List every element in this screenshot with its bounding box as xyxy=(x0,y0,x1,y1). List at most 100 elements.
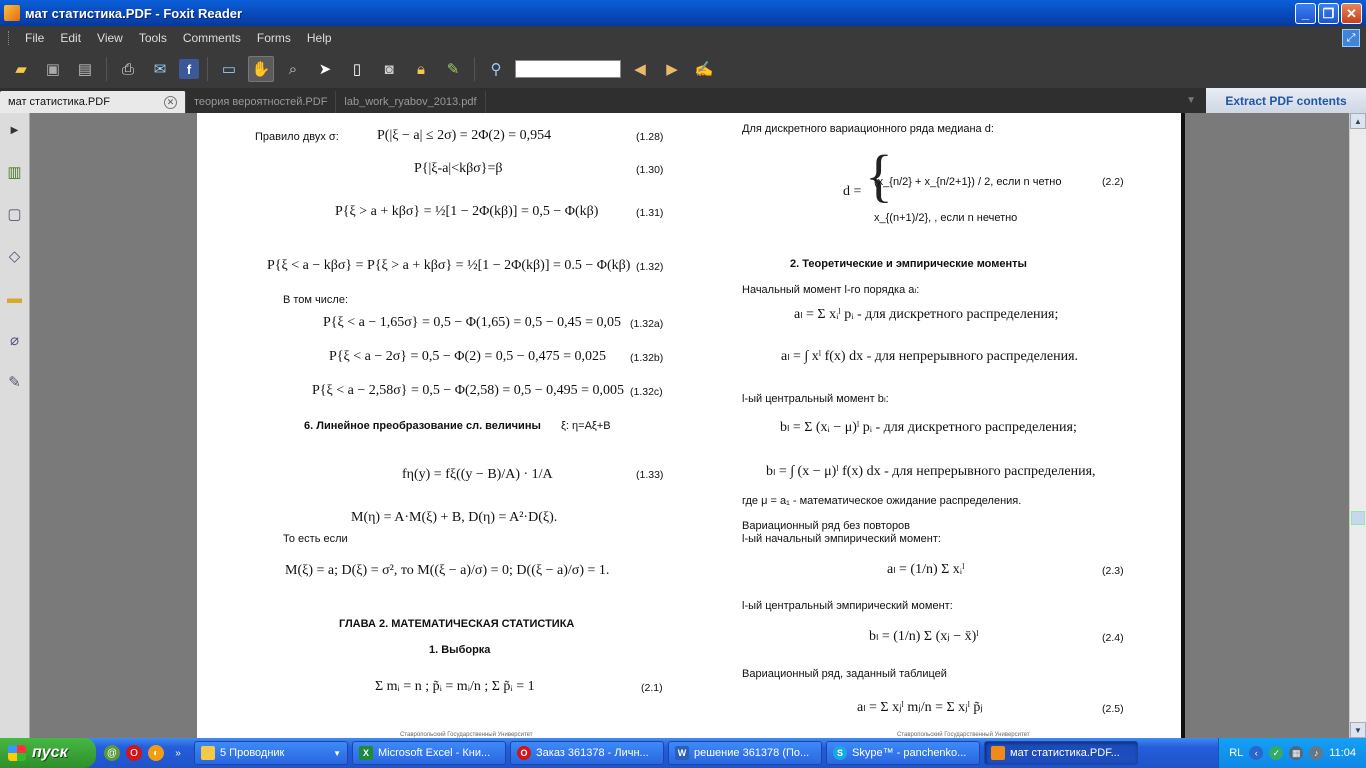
windows-flag-icon xyxy=(8,745,26,761)
equation-number: (1.32) xyxy=(636,261,664,273)
facebook-icon[interactable]: f xyxy=(179,59,199,79)
toolbar: ▰ ▣ ▤ ⎙ ✉ f ▭ ✋ ⌕ ➤ ▯ ◙ 🔒︎ ✎ ⚲ ◀ ▶ ✍ xyxy=(0,50,1366,88)
foxit-app-icon xyxy=(4,5,20,21)
chapter-2-heading: ГЛАВА 2. МАТЕМАТИЧЕСКАЯ СТАТИСТИКА xyxy=(339,618,575,630)
series-table-text: Вариационный ряд, заданный таблицей xyxy=(742,668,947,680)
signatures-icon[interactable]: ✎ xyxy=(5,371,25,393)
maximize-button[interactable]: ❐ xyxy=(1318,3,1339,24)
task-label: Microsoft Excel - Кни... xyxy=(378,747,491,759)
opera-icon: O xyxy=(517,746,531,760)
zoom-tool-icon[interactable]: ⌕ xyxy=(280,56,306,82)
emp-central-moment-text: l-ый центральный эмпирический момент: xyxy=(742,600,953,612)
equation-number: (2.2) xyxy=(1102,176,1124,188)
equation-number: (1.31) xyxy=(636,207,664,219)
print-setup-icon[interactable]: ▤ xyxy=(72,56,98,82)
taskbar-item-skype[interactable]: S Skype™ - panchenko... xyxy=(826,741,980,765)
equation-number: (1.32b) xyxy=(630,352,664,364)
menu-comments[interactable]: Comments xyxy=(175,31,249,45)
sign-icon[interactable]: ✎ xyxy=(440,56,466,82)
scroll-down-icon[interactable]: ▼ xyxy=(1350,722,1366,738)
attachments-icon[interactable]: ⌀ xyxy=(5,329,25,351)
prev-icon[interactable]: ◀ xyxy=(627,56,653,82)
group-dropdown-icon: ▼ xyxy=(333,748,341,758)
title-bar: мат статистика.PDF - Foxit Reader _ ❐ ✕ xyxy=(0,0,1366,26)
al-discrete-equation: aₗ = Σ xᵢˡ pᵢ - для дискретного распреде… xyxy=(794,307,1059,322)
emp-initial-moment-text: l-ый начальный эмпирический момент: xyxy=(742,533,941,545)
open-icon[interactable]: ▰ xyxy=(8,56,34,82)
close-tab-icon[interactable]: ✕ xyxy=(164,95,177,109)
close-button[interactable]: ✕ xyxy=(1341,3,1362,24)
menu-forms[interactable]: Forms xyxy=(249,31,299,45)
equation-1-28: P(|ξ − a| ≤ 2σ) = 2Φ(2) = 0,954 xyxy=(377,128,552,143)
taskbar-item-word[interactable]: W решение 361378 (По... xyxy=(668,741,822,765)
series-no-repeat: Вариационный ряд без повторов xyxy=(742,520,911,532)
bookmarks-icon[interactable]: ▥ xyxy=(5,161,25,183)
volume-icon[interactable]: ♪ xyxy=(1309,746,1324,760)
equation-1-32a: P{ξ < a − 1,65σ} = 0,5 − Φ(1,65) = 0,5 −… xyxy=(323,315,622,330)
section-6-heading: 6. Линейное преобразование сл. величины xyxy=(304,420,541,432)
tray-back-icon[interactable]: ‹ xyxy=(1249,746,1264,760)
typewriter-icon[interactable]: ✍ xyxy=(691,56,717,82)
taskbar-item-explorer[interactable]: 5 Проводник ▼ xyxy=(194,741,348,765)
tab-mat-statistika[interactable]: мат статистика.PDF ✕ xyxy=(0,91,186,113)
more-icon[interactable]: » xyxy=(170,745,186,761)
email-icon[interactable]: @ xyxy=(104,745,120,761)
extract-pdf-contents-button[interactable]: Extract PDF contents xyxy=(1206,88,1366,113)
equation-1-30: P{|ξ-a|<kβσ}=β xyxy=(414,161,503,176)
taskbar-item-opera[interactable]: O Заказ 361378 - Личн... xyxy=(510,741,664,765)
select-tool-icon[interactable]: ➤ xyxy=(312,56,338,82)
layers-icon[interactable]: ◇ xyxy=(5,245,25,267)
tab-label: теория вероятностей.PDF xyxy=(194,96,328,108)
pages-icon[interactable]: ▢ xyxy=(5,203,25,225)
minimize-button[interactable]: _ xyxy=(1295,3,1316,24)
bl-continuous-equation: bₗ = ∫ (x − μ)ˡ f(x) dx - для непрерывно… xyxy=(766,464,1096,479)
fullscreen-icon[interactable]: ▭ xyxy=(216,56,242,82)
task-label: Skype™ - panchenko... xyxy=(852,747,967,759)
next-icon[interactable]: ▶ xyxy=(659,56,685,82)
print-icon[interactable]: ⎙ xyxy=(115,56,141,82)
network-icon[interactable]: ▦ xyxy=(1289,746,1304,760)
find-icon[interactable]: ⚲ xyxy=(483,56,509,82)
menu-help[interactable]: Help xyxy=(299,31,340,45)
rms-lock-icon[interactable]: 🔒︎ xyxy=(408,56,434,82)
text-select-icon[interactable]: ▯ xyxy=(344,56,370,82)
toolbar-separator xyxy=(474,57,475,81)
opera-icon[interactable]: O xyxy=(126,745,142,761)
toolbar-separator xyxy=(106,57,107,81)
tab-teoriya-veroyatnostey[interactable]: теория вероятностей.PDF xyxy=(186,91,337,113)
hand-tool-icon[interactable]: ✋ xyxy=(248,56,274,82)
bl-discrete-equation: bₗ = Σ (xᵢ − μ)ˡ pᵢ - для дискретного ра… xyxy=(780,420,1077,435)
snapshot-icon[interactable]: ◙ xyxy=(376,56,402,82)
central-moment-text: l-ый центральный момент bₗ: xyxy=(742,393,889,405)
scroll-up-icon[interactable]: ▲ xyxy=(1350,113,1366,129)
taskbar-item-foxit[interactable]: мат статистика.PDF... xyxy=(984,741,1138,765)
navigation-panel: ▶ ▥ ▢ ◇ ▬ ⌀ ✎ xyxy=(0,113,30,738)
find-input[interactable] xyxy=(515,60,621,78)
start-button[interactable]: пуск xyxy=(0,738,96,768)
email-icon[interactable]: ✉ xyxy=(147,56,173,82)
tab-list-dropdown-icon[interactable]: ▼ xyxy=(1186,95,1196,106)
language-indicator[interactable]: RL xyxy=(1229,747,1243,759)
document-view[interactable]: Правило двух σ: P(|ξ − a| ≤ 2σ) = 2Φ(2) … xyxy=(31,113,1349,738)
security-icon[interactable]: ✓ xyxy=(1269,746,1284,760)
median-d: d = xyxy=(843,184,862,199)
expand-icon[interactable]: ⤢ xyxy=(1342,29,1360,47)
menu-file[interactable]: File xyxy=(17,31,52,45)
menu-tools[interactable]: Tools xyxy=(131,31,175,45)
panel-toggle-icon[interactable]: ▶ xyxy=(5,119,25,141)
moments-equation: M(η) = A·M(ξ) + B, D(η) = A²·D(ξ). xyxy=(351,510,558,525)
tab-lab-work[interactable]: lab_work_ryabov_2013.pdf xyxy=(336,91,486,113)
section-6-tail: ξ: η=Aξ+B xyxy=(561,420,611,432)
save-icon[interactable]: ▣ xyxy=(40,56,66,82)
that-is-text: То есть если xyxy=(283,533,348,545)
scroll-thumb[interactable] xyxy=(1351,511,1365,525)
comments-icon[interactable]: ▬ xyxy=(5,287,25,309)
vertical-scrollbar[interactable]: ▲ ▼ xyxy=(1349,113,1366,738)
equation-number: (1.30) xyxy=(636,164,664,176)
clock: 11:04 xyxy=(1329,747,1356,759)
equation-2-3: aₗ = (1/n) Σ xᵢˡ xyxy=(887,562,965,577)
menu-edit[interactable]: Edit xyxy=(52,31,89,45)
menu-view[interactable]: View xyxy=(89,31,131,45)
taskbar-item-excel[interactable]: X Microsoft Excel - Кни... xyxy=(352,741,506,765)
browser-icon[interactable]: ◐ xyxy=(148,745,164,761)
